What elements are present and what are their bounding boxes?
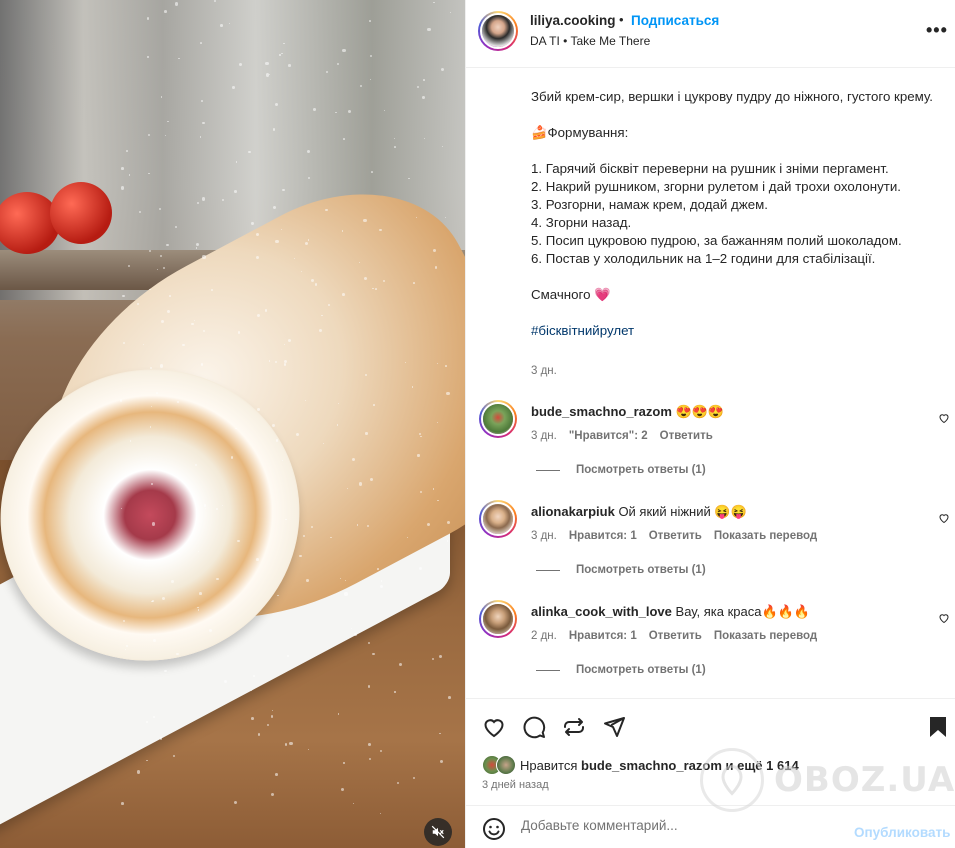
view-replies-button[interactable]: Посмотреть ответы (1): [536, 564, 706, 576]
comment-likes[interactable]: "Нравится": 2: [569, 430, 648, 442]
comment-meta: 2 дн. Нравится: 1 Ответить Показать пере…: [531, 630, 817, 642]
comment-text: Ой який ніжний 😝😝: [618, 504, 747, 519]
heart-icon[interactable]: [482, 715, 506, 739]
comment-item: alionakarpiuk Ой який ніжний 😝😝 3 дн. Нр…: [466, 500, 955, 600]
reply-button[interactable]: Ответить: [660, 430, 713, 442]
watermark-logo-icon: [700, 748, 764, 812]
view-replies-label: Посмотреть ответы (1): [576, 564, 706, 576]
post-photo[interactable]: [0, 0, 465, 848]
commenter-username: bude_smachno_razom 😍😍😍: [531, 404, 725, 419]
comment-item: bude_smachno_razom 😍😍😍 3 дн. "Нравится":…: [466, 400, 955, 500]
comment-heart-icon[interactable]: [938, 612, 950, 624]
commenter-username: alionakarpiuk Ой який ніжний 😝😝: [531, 504, 747, 519]
liker-avatar: [496, 755, 516, 775]
photo-tomato: [50, 182, 112, 244]
comment-heart-icon[interactable]: [938, 512, 950, 524]
commenter-avatar[interactable]: [479, 400, 517, 438]
reply-button[interactable]: Ответить: [649, 530, 702, 542]
caption-step: 3. Розгорни, намаж крем, додай джем.: [531, 197, 768, 212]
view-replies-button[interactable]: Посмотреть ответы (1): [536, 464, 706, 476]
watermark-text: OBOZ.UA: [774, 760, 955, 800]
speaker-muted-icon: [431, 825, 445, 839]
view-replies-button[interactable]: Посмотреть ответы (1): [536, 664, 706, 676]
translate-button[interactable]: Показать перевод: [714, 630, 817, 642]
header-separator: •: [619, 12, 624, 27]
comment-text: Вау, яка краса🔥🔥🔥: [675, 604, 810, 619]
comment-time[interactable]: 2 дн.: [531, 630, 557, 642]
caption-step: 6. Постав у холодильник на 1–2 години дл…: [531, 251, 876, 266]
repost-icon[interactable]: [562, 715, 586, 739]
comment-time[interactable]: 3 дн.: [531, 530, 557, 542]
comment-input[interactable]: [521, 818, 841, 833]
commenter-avatar[interactable]: [479, 500, 517, 538]
caption-step: 5. Посип цукровою пудрою, за бажанням по…: [531, 233, 902, 248]
commenter-username: alinka_cook_with_love Вау, яка краса🔥🔥🔥: [531, 604, 810, 619]
author-avatar[interactable]: [478, 11, 518, 51]
comment-likes[interactable]: Нравится: 1: [569, 530, 637, 542]
follow-button[interactable]: Подписаться: [631, 13, 719, 28]
caption-hashtag[interactable]: #бісквітнийрулет: [531, 323, 634, 338]
oboz-watermark: OBOZ.UA: [700, 748, 955, 812]
translate-button[interactable]: Показать перевод: [714, 530, 817, 542]
emoji-icon[interactable]: [482, 817, 506, 841]
comment-text: 😍😍😍: [675, 404, 725, 419]
caption-paragraph: Збий крем-сир, вершки і цукрову пудру до…: [531, 89, 933, 104]
view-replies-label: Посмотреть ответы (1): [576, 464, 706, 476]
comment-item: alinka_cook_with_love Вау, яка краса🔥🔥🔥 …: [466, 600, 955, 700]
caption-step: 4. Згорни назад.: [531, 215, 632, 230]
comment-likes[interactable]: Нравится: 1: [569, 630, 637, 642]
commenter-avatar[interactable]: [479, 600, 517, 638]
comment-icon[interactable]: [522, 715, 546, 739]
mute-button[interactable]: [424, 818, 452, 846]
caption-closing: Смачного 💗: [531, 287, 611, 302]
caption-step: 1. Гарячий бісквіт переверни на рушник і…: [531, 161, 889, 176]
music-track[interactable]: DA TI • Take Me There: [530, 34, 650, 48]
author-username[interactable]: liliya.cooking: [530, 13, 616, 28]
post-details-panel: liliya.cooking • Подписаться DA TI • Tak…: [465, 0, 955, 848]
comment-meta: 3 дн. "Нравится": 2 Ответить: [531, 430, 713, 442]
publish-button[interactable]: Опубликовать: [854, 825, 950, 840]
bookmark-icon[interactable]: [926, 715, 950, 739]
caption-timestamp[interactable]: 3 дн.: [531, 365, 557, 377]
comment-time[interactable]: 3 дн.: [531, 430, 557, 442]
post-timestamp[interactable]: 3 дней назад: [482, 779, 549, 791]
more-options-icon[interactable]: •••: [926, 20, 948, 41]
comment-meta: 3 дн. Нравится: 1 Ответить Показать пере…: [531, 530, 817, 542]
view-replies-label: Посмотреть ответы (1): [576, 664, 706, 676]
caption-section-title: 🍰Формування:: [531, 125, 629, 140]
comment-heart-icon[interactable]: [938, 412, 950, 424]
post-header: liliya.cooking • Подписаться DA TI • Tak…: [466, 0, 955, 68]
reply-button[interactable]: Ответить: [649, 630, 702, 642]
caption-step: 2. Накрий рушником, згорни рулетом і дай…: [531, 179, 901, 194]
share-icon[interactable]: [602, 715, 626, 739]
post-caption: Збий крем-сир, вершки і цукрову пудру до…: [531, 88, 941, 340]
